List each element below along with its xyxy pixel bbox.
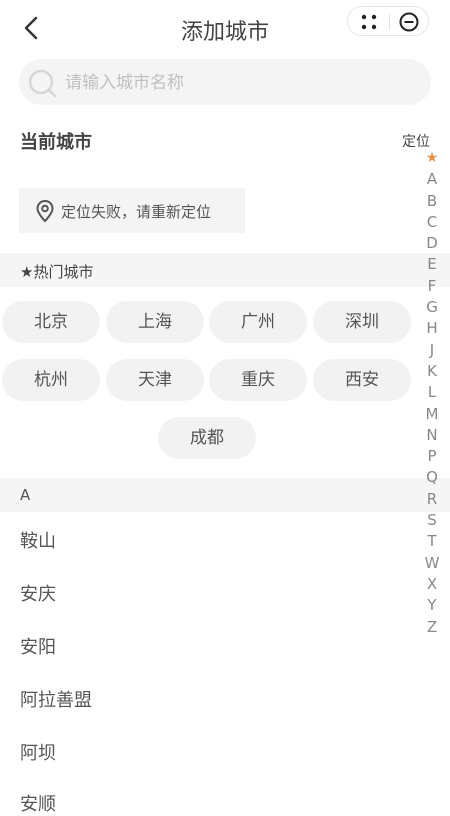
index-letter[interactable]: F (421, 276, 443, 297)
locate-status-text: 定位失败，请重新定位 (61, 203, 212, 221)
hot-city-chip[interactable]: 成都 (158, 417, 256, 459)
hot-city-chip[interactable]: 重庆 (209, 359, 307, 401)
section-letter: A (20, 486, 31, 504)
index-letter[interactable]: G (421, 297, 443, 318)
more-dots-icon[interactable] (358, 11, 380, 33)
index-letter[interactable]: Q (421, 467, 443, 488)
index-letter[interactable]: R (421, 489, 443, 510)
city-list-item[interactable]: 阿拉善盟 (20, 686, 92, 712)
search-input[interactable] (63, 67, 417, 99)
city-list-item[interactable]: 阿坝 (20, 739, 56, 765)
close-circle-icon[interactable] (398, 11, 420, 33)
capsule-divider (389, 14, 390, 30)
index-letter[interactable]: E (421, 254, 443, 275)
hot-city-chip[interactable]: 广州 (209, 301, 307, 343)
letter-section-header: A (0, 478, 450, 512)
index-letter[interactable]: C (421, 212, 443, 233)
search-icon (28, 69, 57, 98)
hot-city-chip[interactable]: 深圳 (313, 301, 411, 343)
search-bar (19, 59, 431, 105)
index-letter[interactable]: N (421, 425, 443, 446)
alphabet-index: ★ A B C D E F G H J K L M N P Q R S T W … (421, 148, 443, 638)
hot-city-chip[interactable]: 上海 (106, 301, 204, 343)
city-list-item[interactable]: 安庆 (20, 580, 56, 606)
hot-city-chip[interactable]: 西安 (313, 359, 411, 401)
index-letter[interactable]: M (421, 404, 443, 425)
nav-bar: 添加城市 (0, 0, 450, 56)
city-list-item[interactable]: 安阳 (20, 633, 56, 659)
index-letter[interactable]: Y (421, 595, 443, 616)
hot-city-chip[interactable]: 杭州 (2, 359, 100, 401)
index-letter[interactable]: D (421, 233, 443, 254)
hot-cities-header: ★热门城市 (0, 253, 450, 287)
index-letter[interactable]: A (421, 169, 443, 190)
index-letter[interactable]: X (421, 574, 443, 595)
hot-cities-heading: ★热门城市 (20, 263, 94, 281)
mini-program-capsule (347, 6, 429, 36)
city-list-item[interactable]: 安顺 (20, 790, 56, 816)
index-star[interactable]: ★ (421, 148, 443, 169)
index-letter[interactable]: J (421, 340, 443, 361)
current-city-heading: 当前城市 (20, 132, 92, 153)
index-letter[interactable]: W (421, 553, 443, 574)
index-letter[interactable]: H (421, 318, 443, 339)
hot-city-chip[interactable]: 北京 (2, 301, 100, 343)
city-list-item[interactable]: 鞍山 (20, 527, 56, 553)
index-letter[interactable]: L (421, 382, 443, 403)
hot-city-chip[interactable]: 天津 (106, 359, 204, 401)
index-letter[interactable]: S (421, 510, 443, 531)
relocate-button[interactable]: 定位失败，请重新定位 (19, 188, 245, 233)
index-letter[interactable]: Z (421, 617, 443, 638)
index-letter[interactable]: T (421, 531, 443, 552)
index-letter[interactable]: K (421, 361, 443, 382)
index-letter[interactable]: B (421, 191, 443, 212)
location-pin-icon (36, 200, 54, 222)
index-letter[interactable]: P (421, 446, 443, 467)
